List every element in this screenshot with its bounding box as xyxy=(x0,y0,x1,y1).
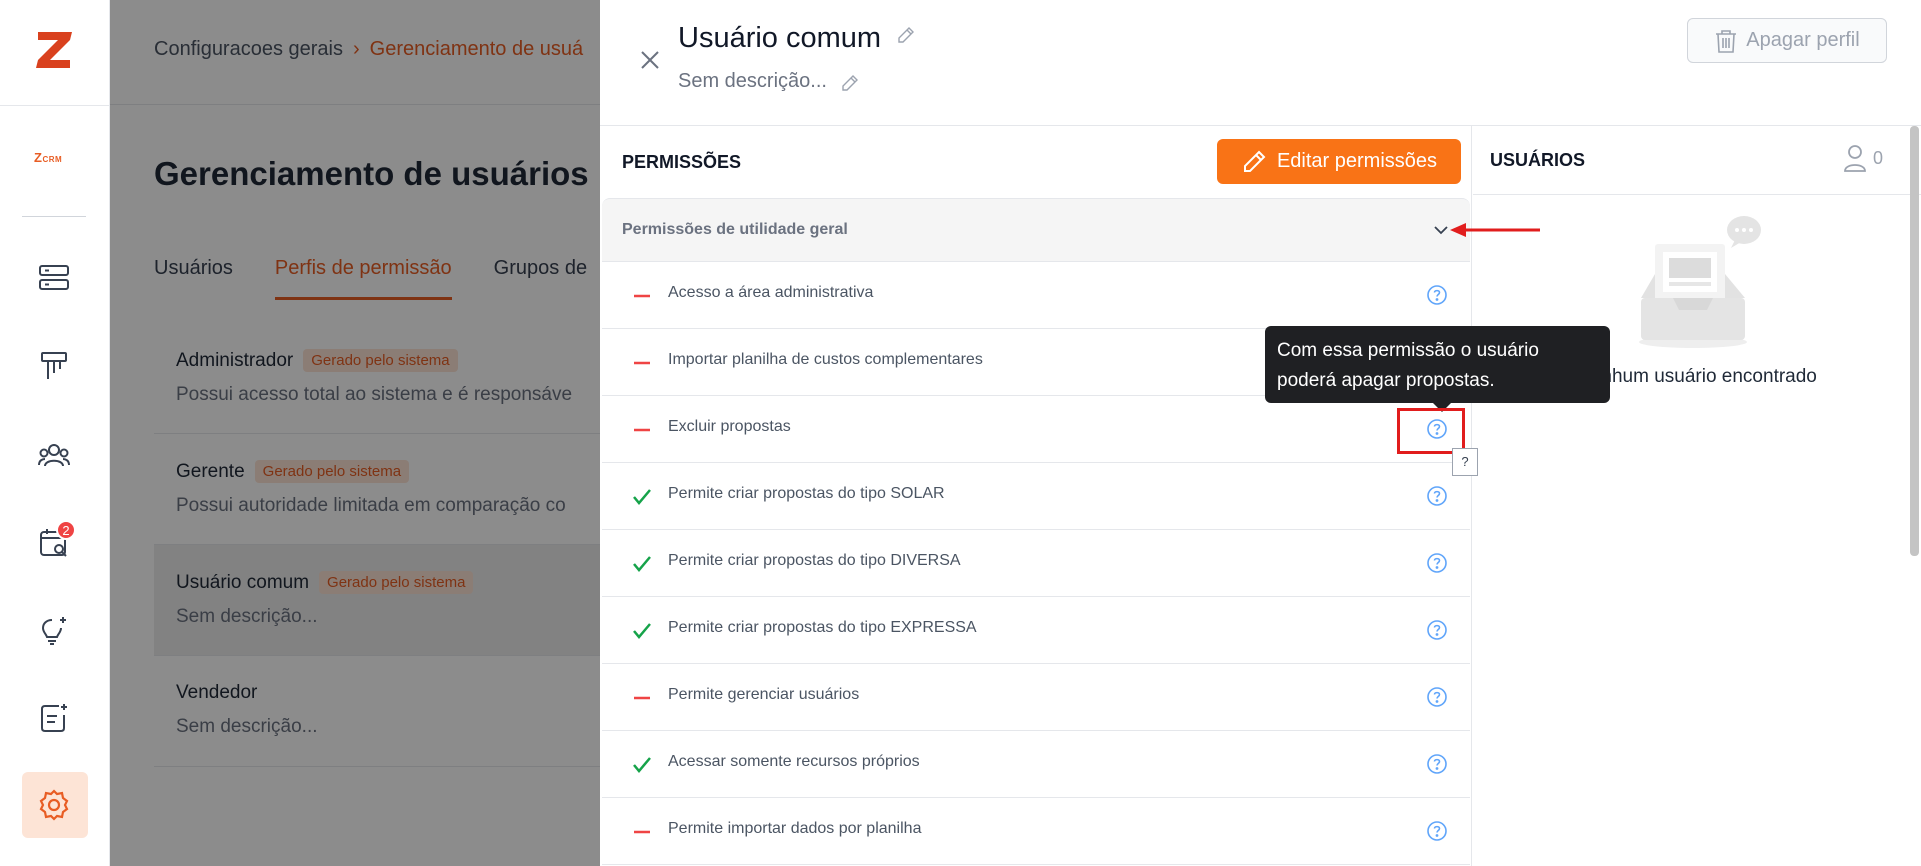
permission-label: Permite criar propostas do tipo DIVERSA xyxy=(668,552,961,569)
permission-label: Permite criar propostas do tipo SOLAR xyxy=(668,485,945,502)
permission-label: Acessar somente recursos próprios xyxy=(668,753,920,770)
permission-group-label: Permissões de utilidade geral xyxy=(622,221,848,238)
sidebar-divider xyxy=(22,216,86,217)
sidebar-item-kanban[interactable] xyxy=(34,346,74,386)
permission-row: Acessar somente recursos próprios xyxy=(602,731,1470,798)
denied-dash-icon xyxy=(634,361,650,365)
sidebar-item-settings[interactable] xyxy=(34,785,74,825)
users-group-icon xyxy=(38,444,70,467)
brand-logo-icon[interactable] xyxy=(30,26,78,74)
pencil-icon[interactable] xyxy=(841,74,859,92)
sidebar-item-notes[interactable] xyxy=(34,698,74,738)
sidebar: ZCRM 2 xyxy=(0,0,110,866)
notification-badge: 2 xyxy=(56,520,76,540)
help-circle-icon[interactable] xyxy=(1426,753,1448,775)
pencil-icon[interactable] xyxy=(897,26,915,44)
permission-row: Acesso a área administrativa xyxy=(602,262,1470,329)
permission-row: Permite criar propostas do tipo DIVERSA xyxy=(602,530,1470,597)
denied-dash-icon xyxy=(634,830,650,834)
server-icon xyxy=(39,265,69,290)
users-divider xyxy=(1473,194,1921,195)
permission-label: Permite importar dados por planilha xyxy=(668,820,922,837)
drawer-description: Sem descrição... xyxy=(678,70,859,93)
kanban-icon xyxy=(41,352,67,379)
annotation-arrow xyxy=(1450,223,1540,237)
profile-title[interactable]: Usuário comum xyxy=(678,22,881,54)
crm-logo[interactable]: ZCRM xyxy=(34,150,62,165)
pencil-icon xyxy=(1243,150,1266,172)
permission-label: Importar planilha de custos complementar… xyxy=(668,351,983,368)
help-circle-icon[interactable] xyxy=(1426,619,1448,641)
profile-drawer: Usuário comum Sem descrição... Apagar pe… xyxy=(600,0,1921,866)
drawer-scrollbar[interactable] xyxy=(1910,126,1919,556)
sidebar-item-teams[interactable] xyxy=(34,435,74,475)
gear-icon xyxy=(39,789,69,821)
sidebar-item-ideas[interactable] xyxy=(34,610,74,650)
permission-row: Permite gerenciar usuários xyxy=(602,664,1470,731)
permissions-panel: PERMISSÕES Editar permissões Permissões … xyxy=(600,126,1472,866)
permission-label: Excluir propostas xyxy=(668,418,791,435)
granted-check-icon xyxy=(633,489,651,505)
profile-description-text[interactable]: Sem descrição... xyxy=(678,70,827,92)
trash-icon xyxy=(1716,29,1737,53)
help-tooltip: Com essa permissão o usuário poderá apag… xyxy=(1265,326,1610,412)
denied-dash-icon xyxy=(634,428,650,432)
close-icon[interactable] xyxy=(638,48,662,72)
permission-row: Excluir propostas xyxy=(602,396,1470,463)
user-icon xyxy=(1844,145,1866,172)
users-heading: USUÁRIOS xyxy=(1490,150,1586,170)
delete-profile-button[interactable]: Apagar perfil xyxy=(1687,18,1887,63)
granted-check-icon xyxy=(633,757,651,773)
sidebar-top-divider xyxy=(0,105,110,106)
edit-permissions-button[interactable]: Editar permissões xyxy=(1217,139,1461,184)
delete-profile-label: Apagar perfil xyxy=(1746,29,1860,51)
denied-dash-icon xyxy=(634,294,650,298)
edit-permissions-label: Editar permissões xyxy=(1276,150,1438,172)
help-circle-icon[interactable] xyxy=(1426,284,1448,306)
granted-check-icon xyxy=(633,623,651,639)
empty-inbox-illustration xyxy=(1639,216,1761,348)
permission-row: Permite criar propostas do tipo SOLAR xyxy=(602,463,1470,530)
help-cursor: ? xyxy=(1452,448,1478,476)
document-edit-icon xyxy=(41,704,67,732)
permission-label: Permite criar propostas do tipo EXPRESSA xyxy=(668,619,977,636)
permission-row: Permite criar propostas do tipo EXPRESSA xyxy=(602,597,1470,664)
lightbulb-icon xyxy=(41,617,66,645)
help-circle-icon[interactable] xyxy=(1426,820,1448,842)
help-circle-icon[interactable] xyxy=(1426,485,1448,507)
users-count-value: 0 xyxy=(1873,147,1884,168)
drawer-title: Usuário comum xyxy=(678,22,915,55)
help-circle-icon[interactable] xyxy=(1426,552,1448,574)
help-circle-icon[interactable] xyxy=(1426,686,1448,708)
permission-group-header[interactable]: Permissões de utilidade geral xyxy=(602,198,1470,262)
chevron-down-icon[interactable] xyxy=(1432,221,1450,239)
users-count: 0 xyxy=(1843,144,1883,172)
denied-dash-icon xyxy=(634,696,650,700)
sidebar-item-servers[interactable] xyxy=(34,258,74,298)
permissions-heading: PERMISSÕES xyxy=(622,152,742,172)
granted-check-icon xyxy=(633,556,651,572)
permission-row: Permite importar dados por planilha xyxy=(602,798,1470,865)
permission-label: Acesso a área administrativa xyxy=(668,284,874,301)
permission-label: Permite gerenciar usuários xyxy=(668,686,860,703)
